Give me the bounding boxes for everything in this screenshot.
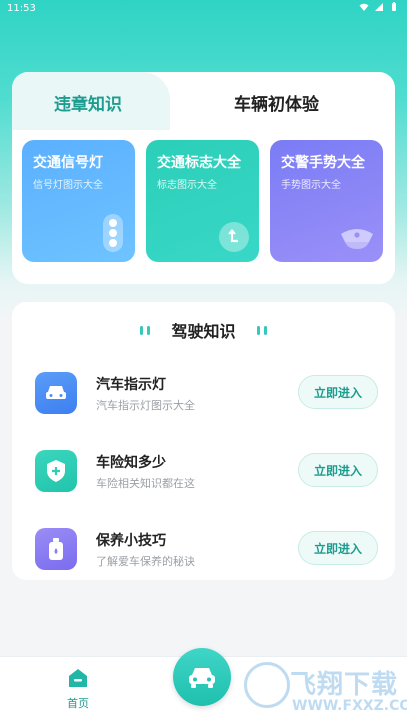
watermark-url: WWW.FXXZ.COM (292, 698, 407, 714)
item-title: 车险知多少 (96, 455, 166, 471)
traffic-light-icon (103, 214, 123, 252)
car-icon (189, 668, 215, 688)
tab-violation-knowledge[interactable]: 违章知识 (54, 90, 122, 115)
item-subtitle: 车险相关知识都在这 (96, 477, 195, 490)
list-item-car-indicators[interactable]: 汽车指示灯 汽车指示灯图示大全 立即进入 (12, 364, 395, 424)
enter-button[interactable]: 立即进入 (298, 531, 378, 565)
list-item-maintenance-tips[interactable]: 保养小技巧 了解爱车保养的秘诀 立即进入 (12, 520, 395, 580)
enter-button[interactable]: 立即进入 (298, 453, 378, 487)
tile-subtitle: 信号灯图示大全 (33, 180, 103, 191)
oil-bottle-icon (35, 528, 77, 570)
wifi-icon (359, 3, 369, 11)
tile-title: 交通信号灯 (33, 155, 103, 171)
watermark: 飞翔下载 WWW.FXXZ.COM (242, 660, 407, 720)
turn-sign-icon (219, 222, 249, 252)
shield-plus-icon (35, 450, 77, 492)
car-center-button[interactable] (173, 648, 231, 706)
tile-traffic-lights[interactable]: 交通信号灯 信号灯图示大全 (22, 140, 135, 262)
tile-title: 交警手势大全 (281, 155, 365, 171)
tile-subtitle: 手势图示大全 (281, 180, 341, 191)
item-title: 保养小技巧 (96, 533, 166, 549)
item-subtitle: 汽车指示灯图示大全 (96, 399, 195, 412)
item-subtitle: 了解爱车保养的秘诀 (96, 555, 195, 568)
status-time: 11:53 (7, 3, 36, 14)
car-icon (35, 372, 77, 414)
battery-icon (392, 2, 396, 11)
watermark-text: 飞翔下载 (290, 670, 399, 700)
decor-dash (140, 325, 144, 335)
category-card: 违章知识 车辆初体验 交通信号灯 信号灯图示大全 交通标志大全 标志图示大全 交… (12, 72, 395, 284)
section-title: 驾驶知识 (171, 322, 236, 341)
watermark-logo (244, 662, 290, 708)
decor-dash (147, 325, 151, 335)
status-icons (359, 2, 399, 12)
tile-traffic-signs[interactable]: 交通标志大全 标志图示大全 (146, 140, 259, 262)
section-header: 驾驶知识 (12, 318, 395, 342)
tile-subtitle: 标志图示大全 (157, 180, 217, 191)
tab-bar: 违章知识 车辆初体验 (12, 72, 395, 130)
tab-vehicle-experience[interactable]: 车辆初体验 (234, 90, 319, 115)
list-item-car-insurance[interactable]: 车险知多少 车险相关知识都在这 立即进入 (12, 442, 395, 502)
nav-home[interactable]: 首页 (60, 667, 96, 711)
tile-title: 交通标志大全 (157, 155, 241, 171)
home-icon (69, 669, 87, 687)
item-title: 汽车指示灯 (96, 377, 166, 393)
status-bar: 11:53 (0, 0, 407, 18)
decor-dash (263, 325, 267, 335)
decor-dash (256, 325, 260, 335)
tile-police-gestures[interactable]: 交警手势大全 手势图示大全 (270, 140, 383, 262)
tile-grid: 交通信号灯 信号灯图示大全 交通标志大全 标志图示大全 交警手势大全 手势图示大… (22, 140, 384, 262)
signal-icon (375, 3, 383, 11)
nav-home-label: 首页 (67, 697, 89, 710)
driving-knowledge-section: 驾驶知识 汽车指示灯 汽车指示灯图示大全 立即进入 车险知多少 车险相关知识都在… (12, 302, 395, 580)
enter-button[interactable]: 立即进入 (298, 375, 378, 409)
police-cap-icon (337, 222, 377, 252)
